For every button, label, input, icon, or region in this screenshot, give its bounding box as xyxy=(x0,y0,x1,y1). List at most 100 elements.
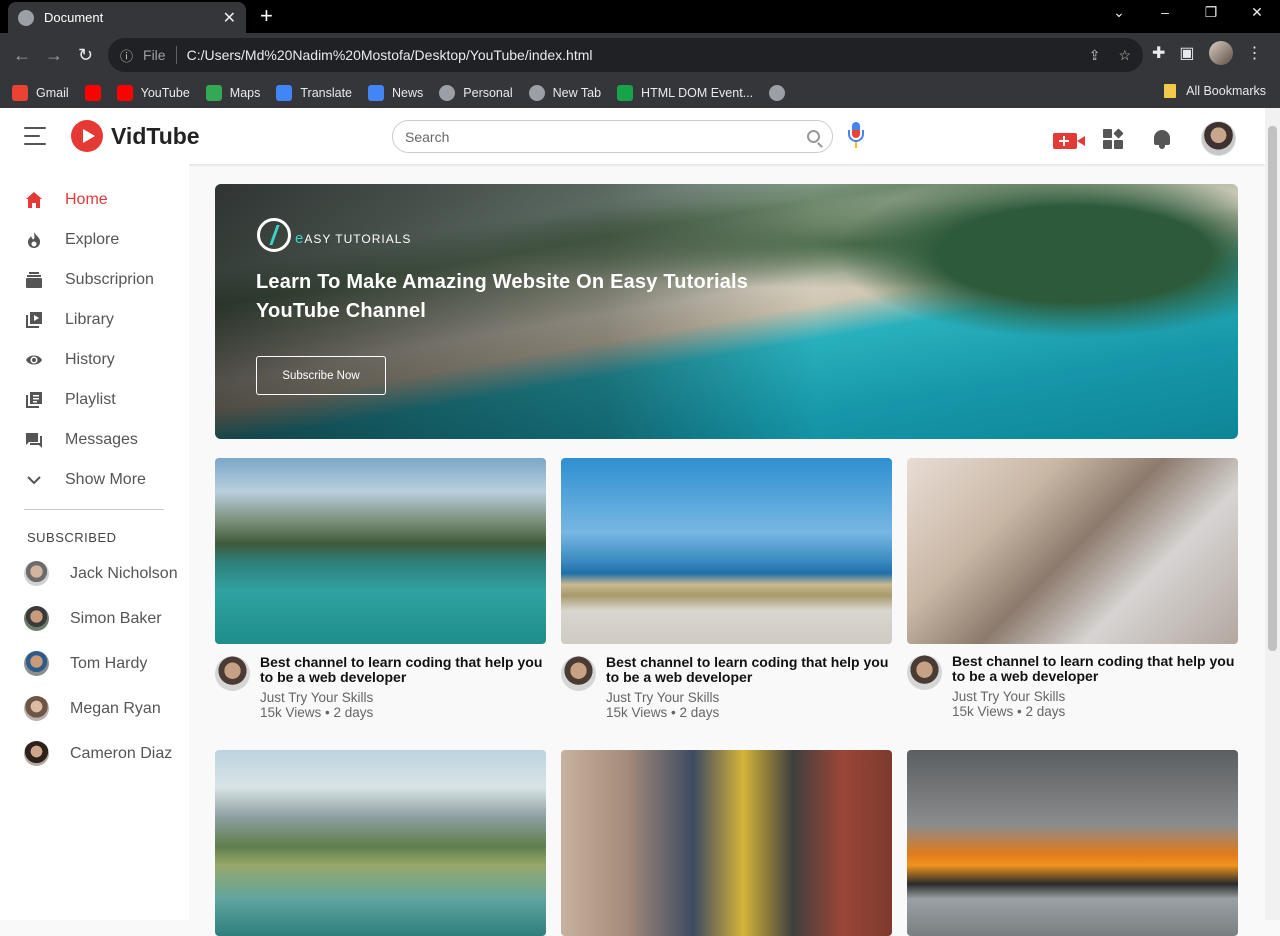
scrollbar-thumb[interactable] xyxy=(1268,126,1277,651)
library-icon xyxy=(24,310,44,330)
video-title[interactable]: Best channel to learn coding that help y… xyxy=(606,655,891,685)
sidebar-item-library[interactable]: Library xyxy=(24,310,114,330)
bookmark-new-tab[interactable]: New Tab xyxy=(528,84,601,101)
search-box[interactable]: Search xyxy=(392,120,833,153)
address-bar-row: ← → ↻ ⓘ File C:/Users/Md%20Nadim%20Mosto… xyxy=(0,33,1280,77)
bookmark-maps[interactable]: Maps xyxy=(205,84,260,101)
side-panel-icon[interactable]: ▣ xyxy=(1179,43,1194,63)
sidebar-item-show-more[interactable]: Show More xyxy=(24,470,146,490)
subscription-item[interactable]: Tom Hardy xyxy=(24,651,147,676)
star-icon[interactable]: ☆ xyxy=(1118,47,1131,64)
video-stats: 15k Views • 2 days xyxy=(260,705,374,720)
video-thumbnail[interactable] xyxy=(561,750,892,936)
reload-icon[interactable]: ↻ xyxy=(78,45,93,66)
sidebar-item-history[interactable]: History xyxy=(24,350,115,370)
video-thumbnail[interactable] xyxy=(561,458,892,644)
browser-tab[interactable]: Document ✕ xyxy=(8,2,246,33)
bookmarks-bar: Gmail YouTube Maps Translate News Person… xyxy=(0,77,1280,108)
playlist-icon xyxy=(24,390,44,410)
easy-tutorials-logo: eASY TUTORIALS xyxy=(257,218,411,252)
translate-icon xyxy=(276,84,293,101)
window-close-icon[interactable]: ✕ xyxy=(1234,4,1280,21)
all-bookmarks[interactable]: All Bookmarks xyxy=(1164,84,1266,98)
profile-avatar[interactable] xyxy=(1208,41,1233,65)
extensions-icon[interactable]: ✚ xyxy=(1152,43,1165,63)
hero-banner: eASY TUTORIALS Learn To Make Amazing Web… xyxy=(215,184,1238,439)
subscription-item[interactable]: Megan Ryan xyxy=(24,696,161,721)
info-icon[interactable]: ⓘ xyxy=(120,46,133,65)
bookmark-translate[interactable]: Translate xyxy=(276,84,352,101)
channel-avatar[interactable] xyxy=(907,655,942,690)
top-navbar: VidTube Search xyxy=(0,108,1265,164)
video-card[interactable]: Best channel to learn coding that help y… xyxy=(907,458,1238,719)
url-bar[interactable]: ⓘ File C:/Users/Md%20Nadim%20Mostofa/Des… xyxy=(108,38,1143,72)
video-thumbnail[interactable] xyxy=(907,458,1238,644)
channel-avatar[interactable] xyxy=(215,656,250,691)
video-title[interactable]: Best channel to learn coding that help y… xyxy=(260,655,545,685)
tab-search-icon[interactable]: ⌄ xyxy=(1096,4,1142,21)
video-thumbnail[interactable] xyxy=(215,750,546,936)
messages-icon xyxy=(24,430,44,450)
sidebar-item-playlist[interactable]: Playlist xyxy=(24,390,116,410)
url-text[interactable]: C:/Users/Md%20Nadim%20Mostofa/Desktop/Yo… xyxy=(187,47,593,63)
bookmark-personal[interactable]: Personal xyxy=(439,84,513,101)
subscribe-now-button[interactable]: Subscribe Now xyxy=(256,356,386,395)
browser-tab-bar: Document ✕ + ⌄ – ❐ ✕ xyxy=(0,0,1280,33)
logo[interactable]: VidTube xyxy=(71,120,200,152)
bookmark-youtube-icon-only[interactable] xyxy=(84,84,101,101)
video-title[interactable]: Best channel to learn coding that help y… xyxy=(952,654,1237,684)
apps-icon[interactable] xyxy=(1103,127,1124,149)
avatar xyxy=(24,606,49,631)
video-card[interactable]: Best channel to learn coding that help y… xyxy=(561,458,892,720)
video-card[interactable] xyxy=(561,750,892,936)
minimize-icon[interactable]: – xyxy=(1142,4,1188,21)
video-thumbnail[interactable] xyxy=(215,458,546,644)
microphone-icon[interactable] xyxy=(848,122,864,150)
channel-avatar[interactable] xyxy=(561,656,596,691)
sidebar-divider xyxy=(24,509,164,510)
bookmark-gmail[interactable]: Gmail xyxy=(12,84,69,101)
notifications-bell-icon[interactable] xyxy=(1153,129,1171,149)
bookmark-html-dom[interactable]: HTML DOM Event... xyxy=(617,84,753,101)
sidebar-item-subscription[interactable]: Subscriprion xyxy=(24,270,154,290)
forward-icon[interactable]: → xyxy=(45,45,63,66)
new-tab-button[interactable]: + xyxy=(260,4,273,28)
video-card[interactable]: Best channel to learn coding that help y… xyxy=(215,458,546,720)
video-card[interactable] xyxy=(215,750,546,936)
subscription-icon xyxy=(24,270,44,290)
page-scrollbar[interactable] xyxy=(1265,108,1280,920)
bookmark-news[interactable]: News xyxy=(368,84,423,101)
logo-ring-icon xyxy=(257,218,291,252)
video-card[interactable] xyxy=(907,750,1238,936)
avatar xyxy=(24,741,49,766)
close-tab-icon[interactable]: ✕ xyxy=(223,8,236,28)
upload-video-icon[interactable] xyxy=(1053,132,1085,149)
avatar xyxy=(24,561,49,586)
search-icon[interactable] xyxy=(807,130,820,143)
user-avatar[interactable] xyxy=(1201,121,1236,156)
globe-icon xyxy=(528,84,545,101)
bookmark-globe[interactable] xyxy=(769,84,786,101)
subscription-item[interactable]: Cameron Diaz xyxy=(24,741,172,766)
channel-name[interactable]: Just Try Your Skills xyxy=(952,689,1065,704)
restore-icon[interactable]: ❐ xyxy=(1188,4,1234,21)
avatar xyxy=(24,696,49,721)
sidebar-item-home[interactable]: Home xyxy=(24,190,108,210)
channel-name[interactable]: Just Try Your Skills xyxy=(260,690,373,705)
folder-icon xyxy=(1164,84,1177,98)
sidebar-item-messages[interactable]: Messages xyxy=(24,430,138,450)
subscription-item[interactable]: Simon Baker xyxy=(24,606,162,631)
sidebar: Home Explore Subscriprion Library Histor… xyxy=(0,164,189,920)
more-menu-icon[interactable]: ⋮ xyxy=(1247,43,1263,63)
page: VidTube Search Home Explore Subscriprion xyxy=(0,108,1265,936)
share-icon[interactable]: ⇪ xyxy=(1089,47,1101,64)
url-prefix: File xyxy=(143,47,166,63)
bookmark-youtube[interactable]: YouTube xyxy=(116,84,190,101)
channel-name[interactable]: Just Try Your Skills xyxy=(606,690,719,705)
video-thumbnail[interactable] xyxy=(907,750,1238,936)
search-input[interactable]: Search xyxy=(405,129,449,145)
sidebar-item-explore[interactable]: Explore xyxy=(24,230,119,250)
hamburger-menu-icon[interactable] xyxy=(24,127,48,151)
back-icon[interactable]: ← xyxy=(13,45,31,66)
subscription-item[interactable]: Jack Nicholson xyxy=(24,561,178,586)
